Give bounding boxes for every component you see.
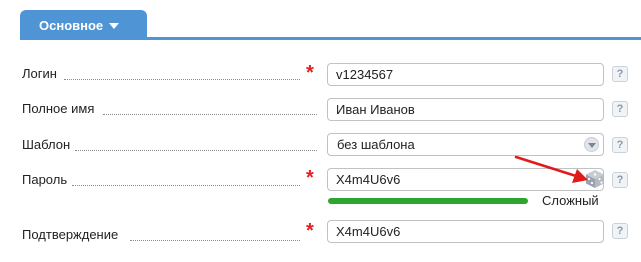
tab-main-label: Основное [39,17,104,33]
template-select-value: без шаблона [337,137,415,152]
svg-text:*: * [306,170,314,184]
confirm-required-icon: * [306,223,314,237]
login-input[interactable] [327,63,604,86]
login-help-icon[interactable]: ? [612,66,628,82]
svg-text:*: * [306,223,314,237]
fullname-help-icon[interactable]: ? [612,101,628,117]
select-arrow-icon[interactable] [584,137,599,152]
template-help-icon[interactable]: ? [612,137,628,153]
fullname-label: Полное имя [22,101,95,116]
login-leader [64,79,300,80]
template-label: Шаблон [22,137,71,152]
confirm-help-icon[interactable]: ? [612,223,628,239]
password-strength-bar [328,198,528,204]
password-required-icon: * [306,170,314,184]
arrow-icon [514,155,588,183]
password-label: Пароль [22,172,68,187]
fullname-input[interactable] [327,98,604,121]
password-leader [72,185,300,186]
chevron-down-icon [109,23,120,29]
login-required-icon: * [306,65,314,79]
svg-text:*: * [306,65,314,79]
login-label: Логин [22,66,57,81]
password-help-icon[interactable]: ? [612,172,628,188]
confirm-input[interactable] [327,220,604,243]
confirm-label: Подтверждение [22,227,119,242]
fullname-leader [103,114,317,115]
password-strength-label: Сложный [542,193,599,208]
tab-main[interactable]: Основное [20,10,147,40]
template-leader [75,150,317,151]
confirm-leader [130,240,300,241]
template-select[interactable]: без шаблона [327,133,604,156]
